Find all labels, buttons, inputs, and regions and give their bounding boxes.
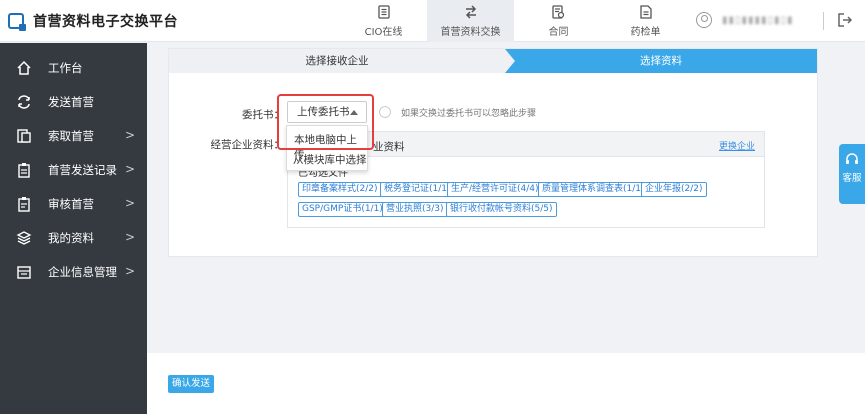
- step-select-company[interactable]: 选择接收企业: [169, 49, 505, 73]
- doc-tag[interactable]: GSP/GMP证书(1/1): [298, 202, 387, 217]
- step-progress: 选择接收企业 选择资料: [169, 49, 817, 73]
- sidebar-item-label: 首营发送记录: [48, 163, 117, 177]
- nav-label: 药检单: [630, 26, 661, 38]
- doc-tag[interactable]: 营业执照(3/3): [382, 202, 448, 217]
- logo-icon: [8, 13, 26, 31]
- docs-panel-title: 业资料: [373, 141, 405, 153]
- proxy-hint: 如果交换过委托书可以忽略此步骤: [401, 109, 537, 119]
- app-title: 首营资料电子交换平台: [33, 14, 178, 30]
- sidebar-item-label: 我的资料: [48, 231, 94, 245]
- app-logo[interactable]: 首营资料电子交换平台: [8, 11, 178, 31]
- footer-bar: [147, 353, 865, 414]
- user-avatar-icon: [696, 12, 712, 28]
- chevron-right-icon: >: [124, 128, 135, 142]
- request-doc-icon: [16, 128, 32, 144]
- proxy-label: 委托书：: [242, 109, 284, 121]
- document-list-icon: [377, 5, 391, 20]
- header-divider: [823, 12, 824, 30]
- nav-label: 首营资料交换: [440, 26, 501, 38]
- sidebar-item-label: 索取首营: [48, 129, 94, 143]
- home-icon: [16, 60, 32, 76]
- top-header: 首营资料电子交换平台 CIO在线 首营资料交换 合同 药检单 ▮▮▯▮▮▮▮▯▮…: [0, 0, 865, 42]
- sidebar-item-label: 审核首营: [48, 197, 94, 211]
- nav-cio-online[interactable]: CIO在线: [340, 0, 427, 42]
- doc-tag[interactable]: 质量管理体系调查表(1/1): [538, 182, 649, 197]
- sidebar-item-label: 发送首营: [48, 95, 94, 109]
- clipboard-icon: [16, 162, 32, 178]
- nav-first-exchange[interactable]: 首营资料交换: [427, 0, 514, 42]
- confirm-send-button[interactable]: 确认发送: [168, 375, 214, 393]
- info-icon: [379, 106, 391, 118]
- sidebar-item-my-docs[interactable]: 我的资料 >: [0, 221, 147, 255]
- dropdown-option-module-library[interactable]: 从模块库中选择: [293, 152, 367, 167]
- doc-tag[interactable]: 印章备案样式(2/2): [298, 182, 382, 197]
- sidebar-item-label: 企业信息管理: [48, 265, 117, 279]
- chevron-right-icon: >: [124, 196, 135, 210]
- swap-arrows-icon: [464, 5, 478, 20]
- nav-label: 合同: [548, 26, 569, 38]
- chevron-right-icon: >: [124, 162, 135, 176]
- chevron-right-icon: >: [124, 230, 135, 244]
- highlight-box: [277, 94, 374, 150]
- top-nav: CIO在线 首营资料交换 合同 药检单: [340, 0, 689, 42]
- customer-service-button[interactable]: 客服: [839, 144, 865, 204]
- sidebar-item-send-records[interactable]: 首营发送记录 >: [0, 153, 147, 187]
- step-select-docs[interactable]: 选择资料: [505, 49, 817, 73]
- doc-tag[interactable]: 银行收付款帐号资料(5/5): [446, 202, 557, 217]
- sidebar-item-label: 工作台: [48, 61, 83, 75]
- headset-icon: [845, 152, 859, 166]
- sidebar: 工作台 发送首营 索取首营 > 首营发送记录 > 审核首营 > 我的资料 > 企…: [0, 43, 147, 414]
- doc-tag[interactable]: 生产/经营许可证(4/4): [447, 182, 543, 197]
- service-label: 客服: [842, 173, 862, 184]
- layers-icon: [16, 230, 32, 246]
- business-docs-label: 经营企业资料：: [210, 139, 285, 151]
- user-menu[interactable]: ▮▮▯▮▮▮▮▯▮▯▮: [696, 12, 794, 28]
- send-loop-icon: [16, 94, 32, 110]
- change-company-link[interactable]: 更换企业: [719, 139, 755, 152]
- nav-drug-report[interactable]: 药检单: [602, 0, 689, 42]
- sidebar-item-review[interactable]: 审核首营 >: [0, 187, 147, 221]
- clipboard-check-icon: [16, 196, 32, 212]
- sidebar-item-workbench[interactable]: 工作台: [0, 51, 147, 85]
- sidebar-item-request[interactable]: 索取首营 >: [0, 119, 147, 153]
- main-content: 选择接收企业 选择资料 委托书： 上传委托书 如果交换过委托书可以忽略此步骤 经…: [168, 48, 818, 257]
- nav-contract[interactable]: 合同: [515, 0, 602, 42]
- user-name: ▮▮▯▮▮▮▮▯▮▯▮: [722, 14, 794, 26]
- logout-icon[interactable]: [837, 12, 853, 28]
- nav-label: CIO在线: [364, 26, 403, 38]
- building-icon: [16, 264, 32, 280]
- doc-tag[interactable]: 企业年报(2/2): [641, 182, 707, 197]
- sidebar-item-send[interactable]: 发送首营: [0, 85, 147, 119]
- doc-tag[interactable]: 税务登记证(1/1): [380, 182, 455, 197]
- contract-icon: [552, 5, 566, 20]
- report-icon: [639, 5, 653, 20]
- step-arrow: [505, 49, 515, 73]
- sidebar-item-company-info[interactable]: 企业信息管理 >: [0, 255, 147, 289]
- chevron-right-icon: >: [124, 264, 135, 278]
